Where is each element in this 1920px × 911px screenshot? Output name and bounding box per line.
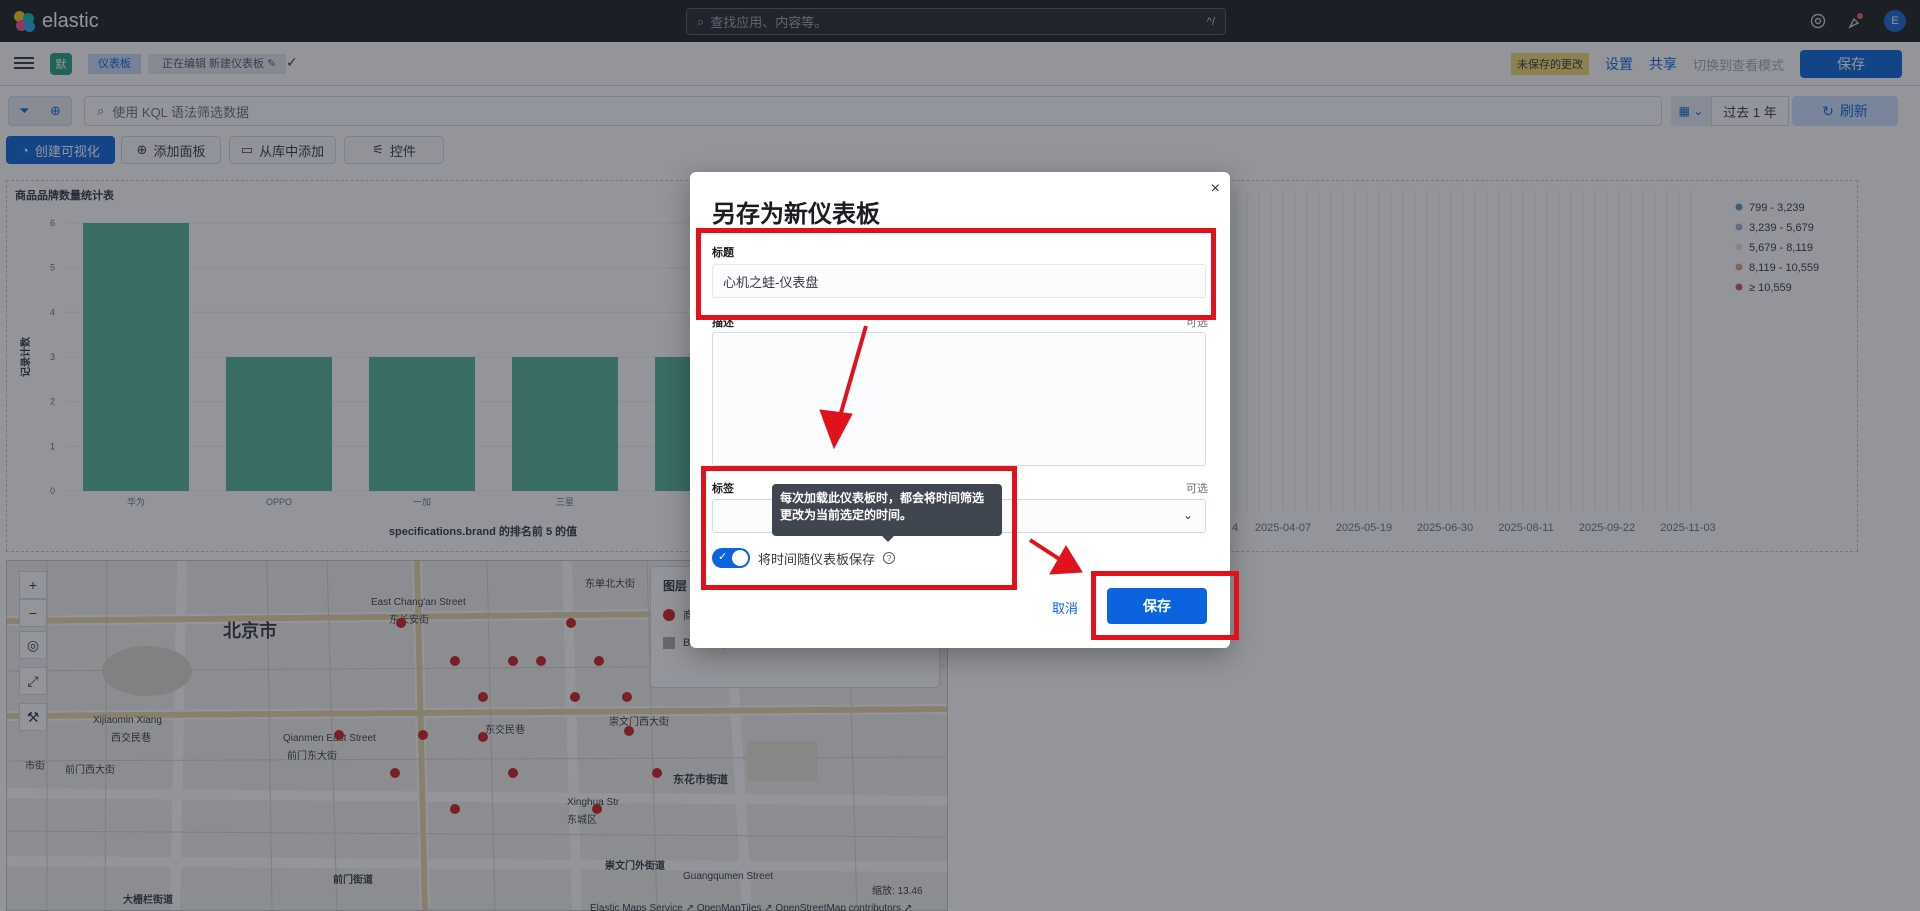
chevron-down-icon: ⌄: [1182, 508, 1193, 522]
title-highlight-box: [696, 228, 1216, 320]
save-highlight-box: [1091, 571, 1239, 640]
dialog-title: 另存为新仪表板: [712, 201, 880, 228]
description-textarea[interactable]: [712, 332, 1206, 466]
cancel-button[interactable]: 取消: [1052, 598, 1078, 617]
close-icon[interactable]: ×: [1211, 180, 1220, 198]
tags-optional: 可选: [1186, 483, 1208, 495]
toggle-highlight-box: [701, 466, 1017, 590]
